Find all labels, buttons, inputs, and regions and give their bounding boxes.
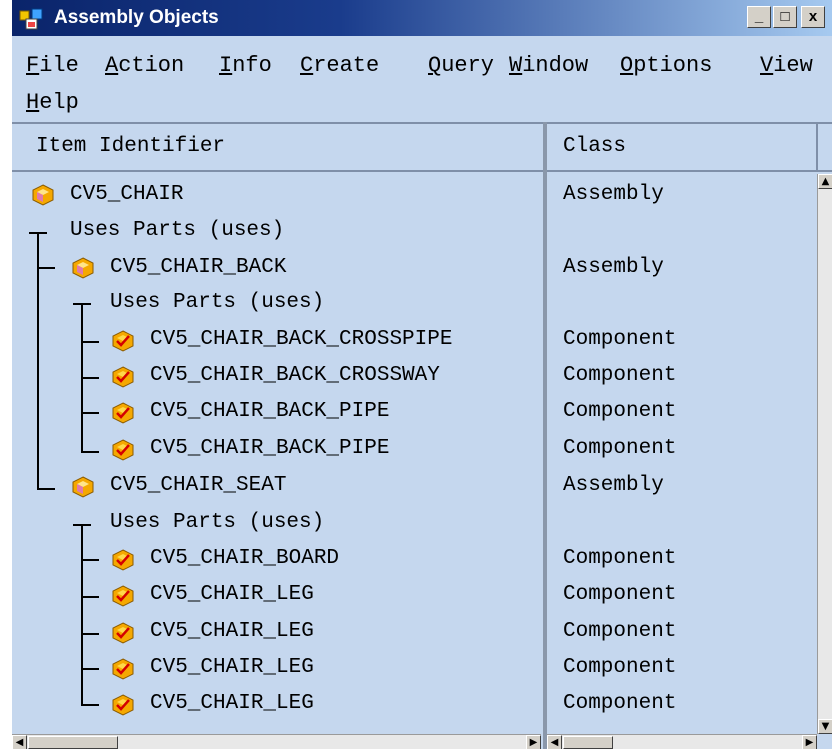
row-class: Component [563,583,677,606]
row-class: Component [563,400,677,423]
app-icon [19,8,43,30]
component-cube-icon [112,622,134,644]
component-cube-icon [112,402,134,424]
menu-help[interactable]: Help [26,88,79,118]
row-class: Component [563,437,677,460]
tree-branch [81,377,99,379]
row-label: Uses Parts (uses) [70,219,285,242]
tree-branch [81,451,99,453]
tree-branch [81,596,99,598]
tree-branch [37,267,55,269]
tree-branch [81,704,99,706]
component-cube-icon [112,694,134,716]
component-cube-icon [112,585,134,607]
tree-branch [29,232,47,234]
close-button[interactable]: x [801,6,825,28]
row-class: Component [563,692,677,715]
tree-branch [73,303,91,305]
window-title: Assembly Objects [54,7,219,28]
row-class: Assembly [563,256,664,279]
maximize-button[interactable]: □ [773,6,797,28]
menu-create[interactable]: Create [300,51,379,81]
scroll-thumb[interactable] [563,736,613,749]
component-cube-icon [112,549,134,571]
row-label: CV5_CHAIR_BACK_CROSSPIPE [150,328,453,351]
menu-file[interactable]: File [26,51,79,81]
menu-info[interactable]: Info [219,51,272,81]
tree-branch [81,559,99,561]
horizontal-scrollbar-left[interactable]: ◀ ▶ [12,734,541,749]
tree-branch [81,668,99,670]
row-class: Component [563,364,677,387]
tree-branch [37,488,55,490]
vertical-scrollbar[interactable]: ▲ ▼ [817,174,832,734]
row-label: CV5_CHAIR_LEG [150,583,314,606]
row-class: Component [563,328,677,351]
row-label: Uses Parts (uses) [110,291,325,314]
row-label: CV5_CHAIR_BACK_PIPE [150,400,390,423]
component-cube-icon [112,330,134,352]
row-class: Component [563,656,677,679]
column-header-item-identifier[interactable]: Item Identifier [36,124,225,170]
row-class: Assembly [563,183,664,206]
component-cube-icon [112,658,134,680]
row-label: Uses Parts (uses) [110,511,325,534]
tree-branch [81,341,99,343]
row-label: CV5_CHAIR_LEG [150,692,314,715]
menu-query[interactable]: Query [428,51,494,81]
column-divider[interactable] [543,122,547,749]
row-label: CV5_CHAIR_BACK_CROSSWAY [150,364,440,387]
row-label: CV5_CHAIR_BACK_PIPE [150,437,390,460]
header-right-divider [816,122,818,172]
menu-options[interactable]: Options [620,51,712,81]
assembly-cube-icon [32,184,54,206]
row-label: CV5_CHAIR_LEG [150,620,314,643]
row-class: Assembly [563,474,664,497]
row-class: Component [563,547,677,570]
component-cube-icon [112,439,134,461]
assembly-cube-icon [72,257,94,279]
row-label: CV5_CHAIR [70,183,184,206]
tree-branch [81,412,99,414]
row-label: CV5_CHAIR_LEG [150,656,314,679]
scroll-right-arrow-icon[interactable]: ▶ [802,735,817,749]
scroll-left-arrow-icon[interactable]: ◀ [547,735,562,749]
scroll-left-arrow-icon[interactable]: ◀ [12,735,27,749]
minimize-button[interactable]: _ [747,6,771,28]
assembly-objects-window: Assembly Objects _ □ x File Action Info … [12,0,832,749]
row-class: Component [563,620,677,643]
title-bar[interactable]: Assembly Objects _ □ x [12,0,832,36]
menu-bar: File Action Info Create Query Window Opt… [12,36,832,120]
tree-line-level0 [37,232,39,490]
scroll-up-arrow-icon[interactable]: ▲ [818,174,832,189]
tree-branch [73,524,91,526]
scroll-thumb[interactable] [28,736,118,749]
tree-line-level1 [81,524,83,706]
menu-view[interactable]: View [760,51,813,81]
scroll-down-arrow-icon[interactable]: ▼ [818,719,832,734]
component-cube-icon [112,366,134,388]
scroll-right-arrow-icon[interactable]: ▶ [526,735,541,749]
row-label: CV5_CHAIR_SEAT [110,474,287,497]
menu-window[interactable]: Window [509,51,588,81]
menu-action[interactable]: Action [105,51,184,81]
row-label: CV5_CHAIR_BOARD [150,547,340,570]
column-header: Item Identifier Class [12,122,832,172]
horizontal-scrollbar-right[interactable]: ◀ ▶ [547,734,817,749]
tree-branch [81,633,99,635]
row-label: CV5_CHAIR_BACK [110,256,287,279]
assembly-cube-icon [72,476,94,498]
column-header-class[interactable]: Class [563,124,626,170]
